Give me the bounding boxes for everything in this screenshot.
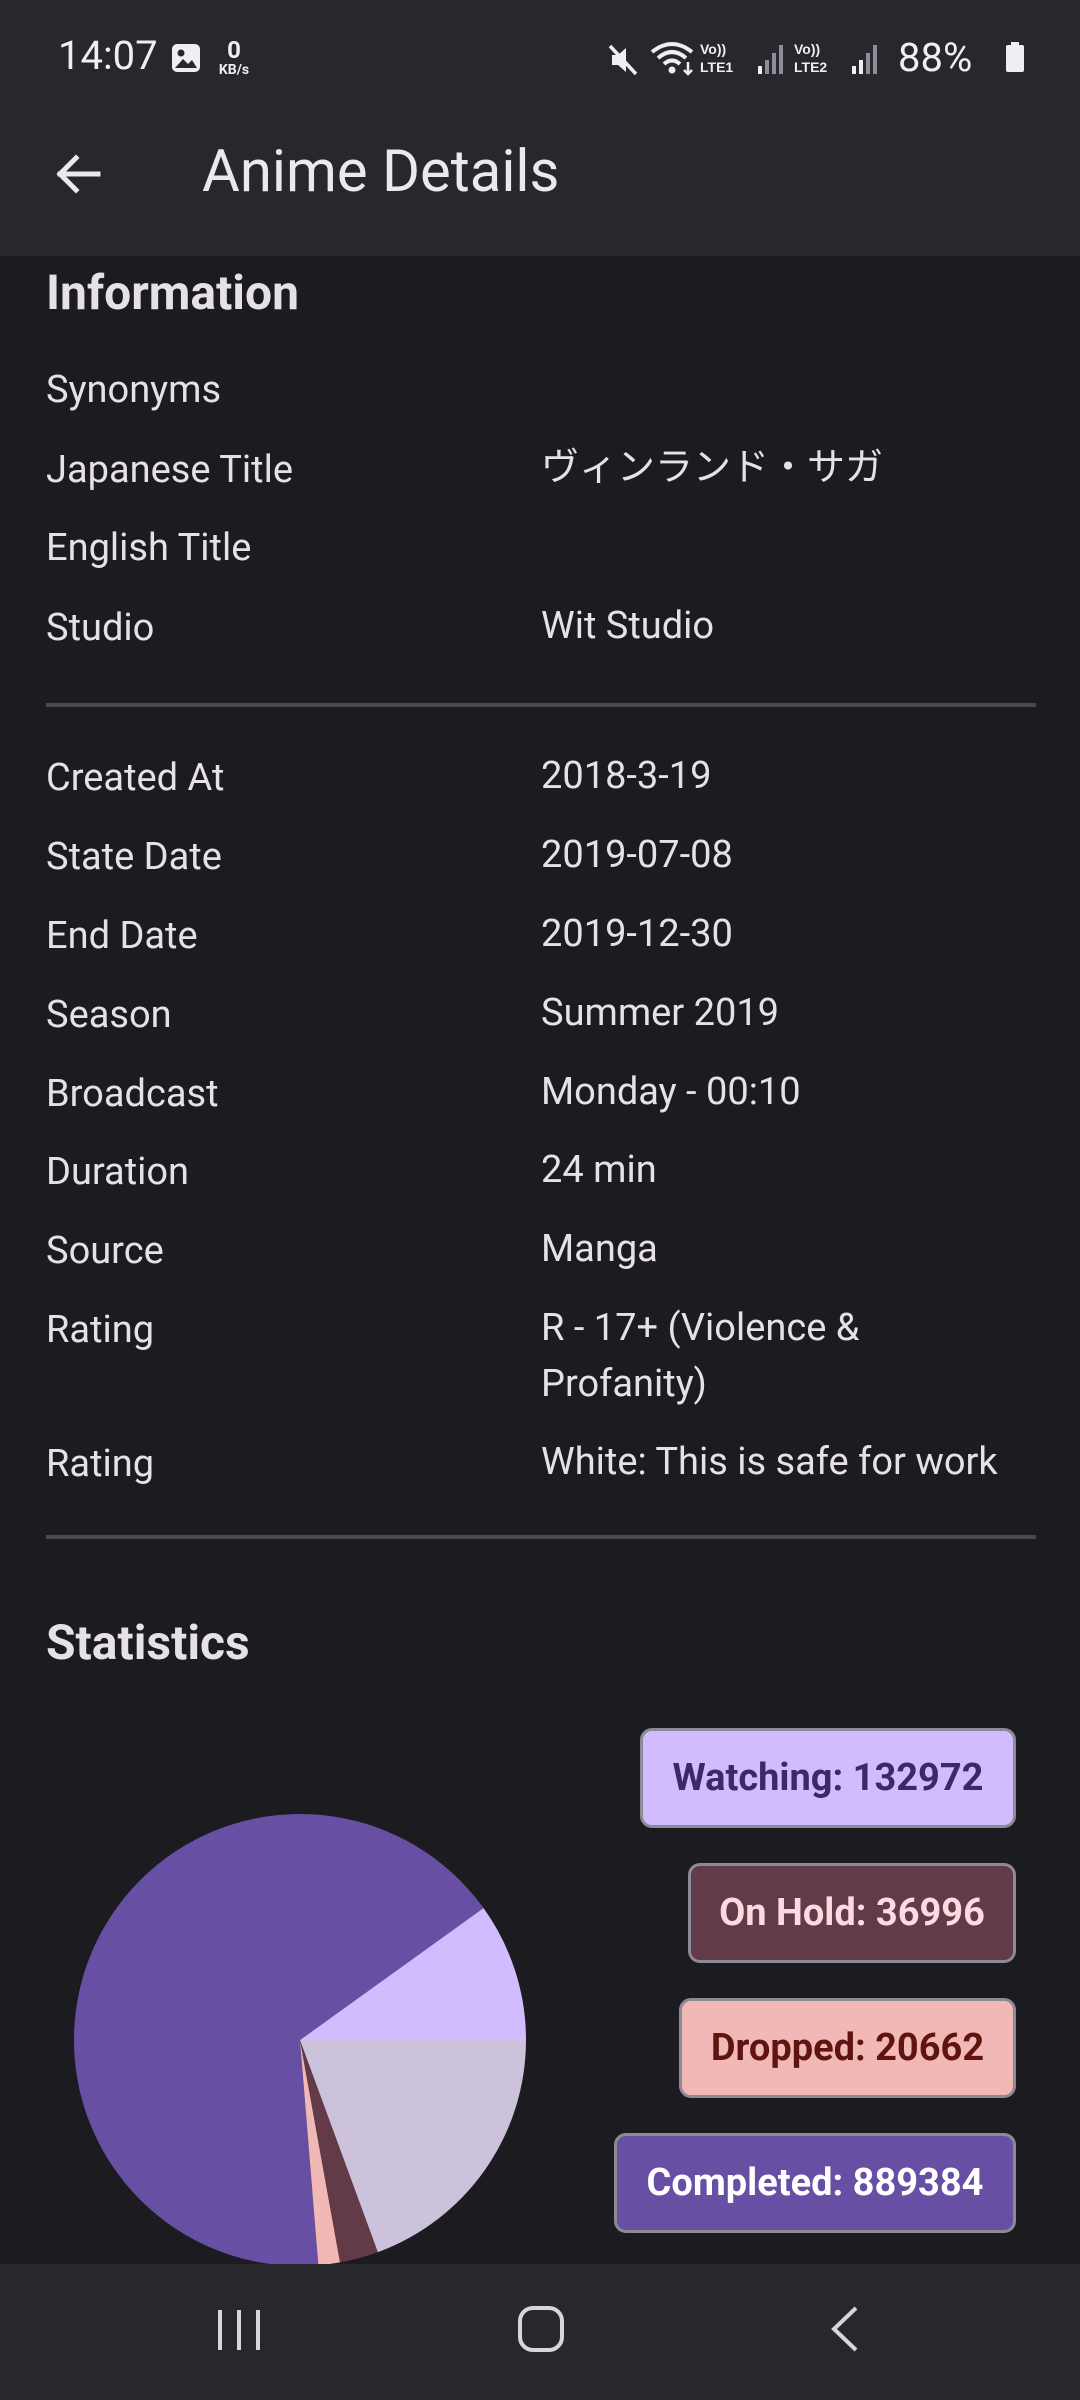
info-label: Source	[46, 1229, 164, 1273]
network-speed-value: 0	[227, 36, 241, 64]
back-icon[interactable]	[826, 2304, 862, 2354]
svg-text:LTE2: LTE2	[794, 59, 827, 75]
status-time: 14:07	[58, 32, 158, 79]
info-label: Synonyms	[46, 368, 222, 412]
info-label: Broadcast	[46, 1072, 219, 1116]
recent-apps-icon[interactable]	[214, 2306, 264, 2354]
network-speed-unit: KB/s	[218, 62, 250, 78]
info-value: ヴィンランド・サガ	[541, 446, 884, 490]
network-speed: 0 KB/s	[212, 38, 256, 78]
status-pie-chart	[73, 1814, 526, 2266]
signal-icon: Vo)) LTE1	[700, 41, 783, 75]
info-label: Studio	[46, 606, 155, 650]
on-hold-badge: On Hold: 36996	[688, 1863, 1016, 1963]
gallery-icon	[172, 44, 200, 72]
info-label: English Title	[46, 526, 252, 570]
info-label: Japanese Title	[46, 448, 293, 492]
svg-text:Vo)): Vo))	[794, 41, 820, 57]
svg-text:Vo)): Vo))	[700, 41, 726, 57]
info-value: White: This is safe for work	[541, 1440, 998, 1484]
info-label: Rating	[46, 1308, 155, 1352]
info-value: 2019-07-08	[541, 833, 733, 877]
info-label: Season	[46, 993, 172, 1037]
info-value: Manga	[541, 1227, 658, 1271]
info-value: Wit Studio	[541, 604, 715, 648]
signal-icon: Vo)) LTE2	[794, 41, 877, 75]
divider	[46, 703, 1036, 707]
dropped-badge: Dropped: 20662	[679, 1998, 1016, 2098]
information-title: Information	[46, 264, 300, 321]
info-label: End Date	[46, 914, 198, 958]
status-icons: Vo)) LTE1 Vo)) LTE2 88%	[602, 34, 1026, 82]
page-title: Anime Details	[202, 138, 560, 206]
info-label: Created At	[46, 756, 225, 800]
home-icon[interactable]	[516, 2304, 566, 2354]
wifi-icon	[650, 42, 694, 76]
app-root: 14:07 0 KB/s Vo)) LTE1 Vo)) LTE2 88% Ani…	[0, 0, 1080, 2400]
svg-text:LTE1: LTE1	[700, 59, 733, 75]
info-value: 24 min	[541, 1148, 657, 1192]
info-value: Monday - 00:10	[541, 1070, 801, 1114]
info-value: 2018-3-19	[541, 754, 712, 798]
info-label: State Date	[46, 835, 222, 879]
info-label: Duration	[46, 1150, 190, 1194]
statistics-title: Statistics	[46, 1614, 250, 1671]
mute-icon	[608, 44, 638, 76]
info-label: Rating	[46, 1442, 155, 1486]
watching-badge: Watching: 132972	[640, 1728, 1016, 1828]
battery-icon	[1006, 42, 1024, 72]
completed-badge: Completed: 889384	[614, 2133, 1016, 2233]
battery-percent: 88%	[898, 34, 973, 81]
arrow-left-icon[interactable]	[52, 148, 104, 200]
info-value: R - 17+ (Violence & Profanity)	[541, 1306, 860, 1406]
info-value: Summer 2019	[541, 991, 780, 1035]
info-value: 2019-12-30	[541, 912, 733, 956]
divider	[46, 1535, 1036, 1539]
